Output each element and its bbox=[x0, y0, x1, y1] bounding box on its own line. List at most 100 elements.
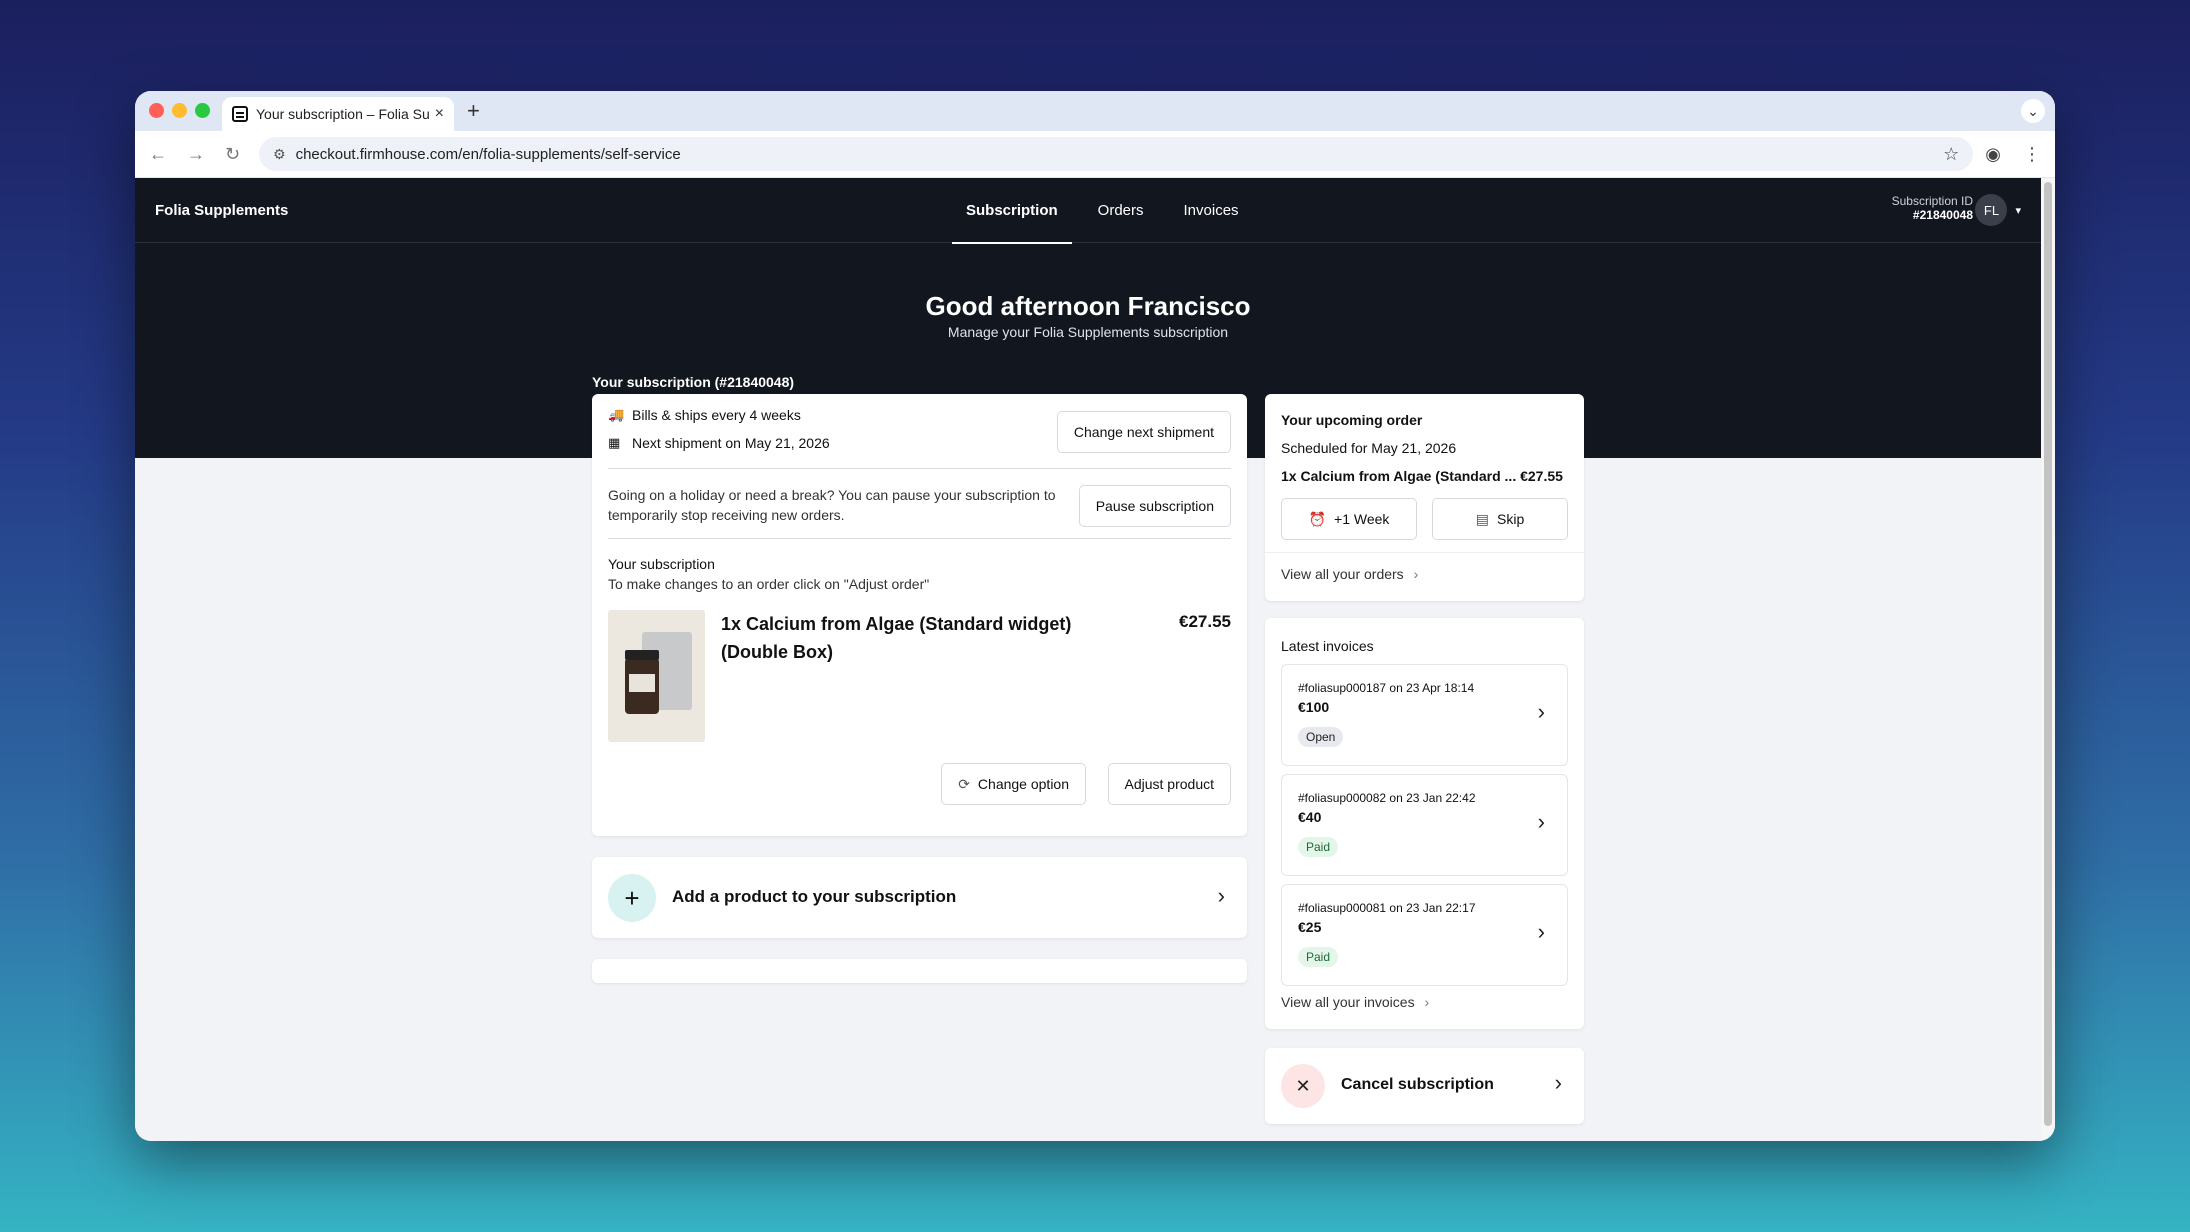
products-title: Your subscription bbox=[608, 556, 715, 572]
chevron-right-icon: › bbox=[1424, 994, 1430, 1010]
url-field[interactable]: ⚙ checkout.firmhouse.com/en/folia-supple… bbox=[259, 137, 1974, 171]
product-jar-image bbox=[625, 650, 659, 714]
billing-text: Bills & ships every 4 weeks bbox=[632, 407, 801, 423]
calendar-skip-icon: ▤ bbox=[1475, 510, 1489, 527]
upcoming-order-card: Your upcoming order Scheduled for May 21… bbox=[1265, 394, 1584, 601]
upcoming-scheduled: Scheduled for May 21, 2026 bbox=[1281, 440, 1457, 456]
products-hint: To make changes to an order click on "Ad… bbox=[608, 576, 930, 592]
profile-icon[interactable]: ◉ bbox=[1985, 144, 2001, 165]
close-icon: ✕ bbox=[1281, 1064, 1325, 1108]
tab-subscription[interactable]: Subscription bbox=[952, 178, 1072, 244]
pause-description: Going on a holiday or need a break? You … bbox=[608, 487, 1056, 523]
app-navbar: Folia Supplements Subscription Orders In… bbox=[135, 178, 2041, 244]
divider bbox=[608, 538, 1231, 539]
subscription-card: 🚚 Bills & ships every 4 weeks ▦ Next shi… bbox=[592, 394, 1247, 836]
tab-close-icon[interactable]: × bbox=[435, 105, 444, 123]
invoice-ref: #foliasup000082 on 23 Jan 22:42 bbox=[1298, 791, 1476, 805]
firmhouse-favicon-icon bbox=[232, 106, 248, 122]
billing-row: 🚚 Bills & ships every 4 weeks bbox=[608, 407, 801, 423]
chevron-right-icon: › bbox=[1537, 699, 1545, 724]
tab-strip: Your subscription – Folia Sup × + ⌄ bbox=[135, 91, 2055, 131]
invoice-amount: €40 bbox=[1298, 809, 1322, 825]
plus-icon: + bbox=[608, 874, 656, 922]
tab-orders[interactable]: Orders bbox=[1084, 178, 1158, 243]
change-option-label: Change option bbox=[977, 776, 1069, 792]
tab-search-chevron-icon[interactable]: ⌄ bbox=[2021, 99, 2045, 123]
maximize-window-button[interactable] bbox=[195, 103, 210, 118]
view-all-orders-link[interactable]: View all your orders › bbox=[1281, 566, 1418, 582]
adjust-product-button[interactable]: Adjust product bbox=[1107, 763, 1231, 805]
subscription-section-title: Your subscription (#21840048) bbox=[592, 374, 795, 390]
brand-name[interactable]: Folia Supplements bbox=[155, 202, 288, 219]
invoice-item[interactable]: #foliasup000081 on 23 Jan 22:17 €25 Paid… bbox=[1281, 884, 1568, 986]
invoice-item[interactable]: #foliasup000082 on 23 Jan 22:42 €40 Paid… bbox=[1281, 774, 1568, 876]
chevron-down-icon[interactable]: ▾ bbox=[2015, 204, 2021, 217]
chevron-right-icon: › bbox=[1413, 566, 1419, 582]
url-text: checkout.firmhouse.com/en/folia-suppleme… bbox=[295, 145, 681, 163]
next-shipment-row: ▦ Next shipment on May 21, 2026 bbox=[608, 435, 830, 451]
tab-title: Your subscription – Folia Sup bbox=[256, 106, 429, 122]
status-badge: Paid bbox=[1298, 837, 1339, 857]
plus-one-week-button[interactable]: ⏰ +1 Week bbox=[1281, 498, 1417, 540]
scrollbar-thumb[interactable] bbox=[2044, 182, 2052, 1126]
address-bar: ← → ↻ ⚙ checkout.firmhouse.com/en/folia-… bbox=[135, 131, 2055, 178]
invoice-ref: #foliasup000187 on 23 Apr 18:14 bbox=[1298, 681, 1475, 695]
status-badge: Paid bbox=[1298, 947, 1339, 967]
next-shipment-text: Next shipment on May 21, 2026 bbox=[632, 435, 830, 451]
avatar[interactable]: FL bbox=[1975, 194, 2008, 226]
cancel-subscription-card[interactable]: ✕ Cancel subscription › bbox=[1265, 1048, 1584, 1124]
greeting-subtitle: Manage your Folia Supplements subscripti… bbox=[947, 324, 1229, 340]
cancel-subscription-label: Cancel subscription bbox=[1341, 1076, 1494, 1093]
account-menu[interactable]: FL ▾ bbox=[1975, 194, 2021, 226]
tab-invoices[interactable]: Invoices bbox=[1170, 178, 1253, 243]
invoice-amount: €100 bbox=[1298, 699, 1330, 715]
truck-icon: 🚚 bbox=[608, 407, 625, 422]
view-all-invoices-label: View all your invoices bbox=[1281, 994, 1415, 1010]
minimize-window-button[interactable] bbox=[172, 103, 187, 118]
subscription-id-label: Subscription ID bbox=[1891, 194, 1973, 208]
site-settings-icon[interactable]: ⚙ bbox=[273, 146, 286, 163]
navigation-controls: ← → ↻ bbox=[149, 144, 259, 165]
product-name: 1x Calcium from Algae (Standard widget) … bbox=[721, 614, 1072, 662]
skip-button[interactable]: ▤ Skip bbox=[1432, 498, 1568, 540]
window-controls bbox=[149, 103, 210, 118]
page-content: Folia Supplements Subscription Orders In… bbox=[135, 178, 2041, 1141]
product-image bbox=[608, 610, 705, 742]
upcoming-order-title: Your upcoming order bbox=[1281, 412, 1423, 428]
subscription-id: Subscription ID #21840048 bbox=[1892, 194, 1973, 222]
plus-one-week-label: +1 Week bbox=[1334, 511, 1390, 527]
alarm-clock-icon: ⏰ bbox=[1308, 510, 1327, 527]
pause-subscription-button[interactable]: Pause subscription bbox=[1078, 485, 1231, 527]
new-tab-button[interactable]: + bbox=[467, 98, 480, 124]
page-scrollbar[interactable] bbox=[2041, 178, 2055, 1141]
bookmark-star-icon[interactable]: ☆ bbox=[1943, 144, 1959, 165]
change-option-button[interactable]: ⟳ Change option bbox=[941, 763, 1086, 805]
chevron-right-icon: › bbox=[1217, 883, 1225, 908]
back-arrow-icon[interactable]: ← bbox=[149, 144, 167, 165]
nav-tabs: Subscription Orders Invoices bbox=[952, 178, 1265, 244]
refresh-icon: ⟳ bbox=[958, 775, 970, 792]
divider bbox=[1265, 552, 1584, 553]
browser-tab[interactable]: Your subscription – Folia Sup × bbox=[222, 97, 454, 131]
chevron-right-icon: › bbox=[1537, 809, 1545, 834]
forward-arrow-icon[interactable]: → bbox=[187, 144, 205, 165]
calendar-icon: ▦ bbox=[608, 435, 621, 450]
divider bbox=[608, 468, 1231, 469]
skip-label: Skip bbox=[1497, 511, 1525, 527]
change-next-shipment-button[interactable]: Change next shipment bbox=[1056, 411, 1231, 453]
latest-invoices-card: Latest invoices #foliasup000187 on 23 Ap… bbox=[1265, 618, 1584, 1029]
menu-dots-icon[interactable]: ⋮ bbox=[2023, 144, 2041, 165]
browser-actions: ◉ ⋮ bbox=[1985, 144, 2041, 165]
latest-invoices-title: Latest invoices bbox=[1281, 638, 1374, 654]
browser-window: Your subscription – Folia Sup × + ⌄ ← → … bbox=[135, 91, 2055, 1141]
add-product-card[interactable]: + Add a product to your subscription › bbox=[592, 857, 1247, 938]
subscription-id-value: #21840048 bbox=[1912, 208, 1973, 222]
view-all-orders-label: View all your orders bbox=[1281, 566, 1404, 582]
greeting-title: Good afternoon Francisco bbox=[925, 291, 1251, 321]
invoice-item[interactable]: #foliasup000187 on 23 Apr 18:14 €100 Ope… bbox=[1281, 664, 1568, 766]
empty-card bbox=[592, 959, 1247, 983]
close-window-button[interactable] bbox=[149, 103, 164, 118]
upcoming-product: 1x Calcium from Algae (Standard ... €27.… bbox=[1281, 468, 1563, 484]
view-all-invoices-link[interactable]: View all your invoices › bbox=[1281, 994, 1429, 1010]
reload-icon[interactable]: ↻ bbox=[225, 144, 240, 165]
